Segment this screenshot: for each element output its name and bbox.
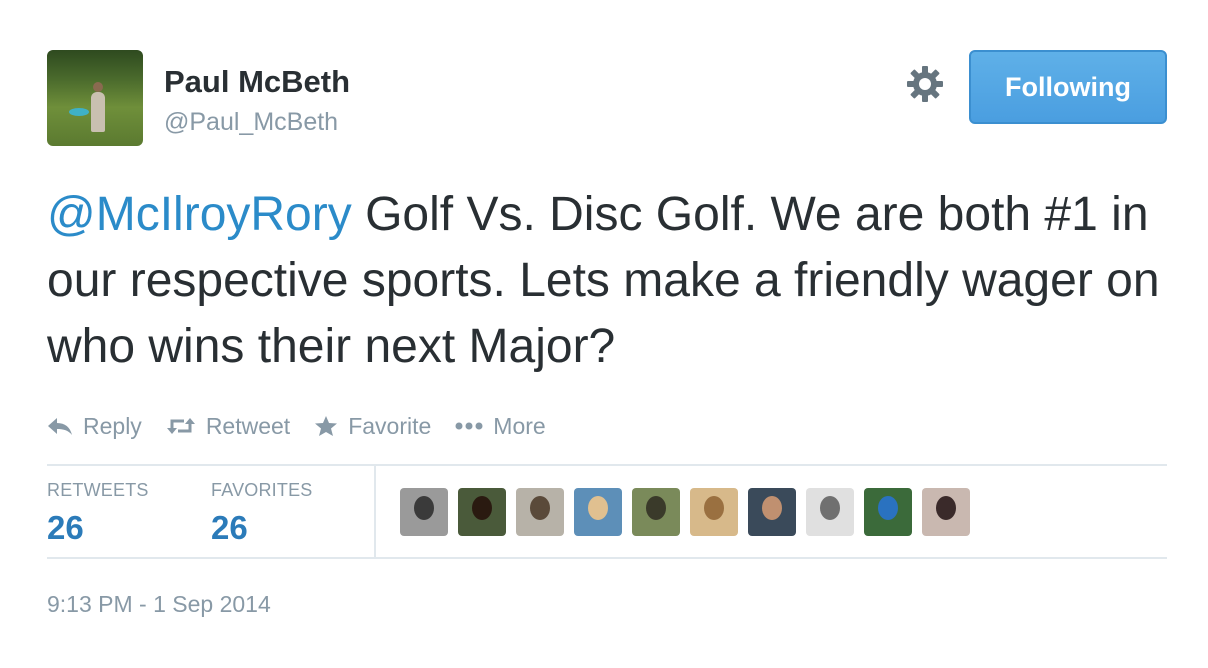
author-name[interactable]: Paul McBeth <box>164 66 350 97</box>
avatar-figure <box>530 496 550 520</box>
following-button[interactable]: Following <box>969 50 1167 124</box>
avatar-disc <box>69 108 89 116</box>
favorites-count: 26 <box>211 509 248 546</box>
avatar-figure <box>820 496 840 520</box>
retweets-stat[interactable]: RETWEETS 26 <box>47 480 149 547</box>
favorites-label: FAVORITES <box>211 480 313 500</box>
favorite-label: Favorite <box>348 412 432 439</box>
reply-icon <box>48 418 72 435</box>
retweet-button[interactable]: Retweet <box>166 413 290 440</box>
avatar-person <box>91 92 105 132</box>
author-handle[interactable]: @Paul_McBeth <box>164 110 338 135</box>
avatar-head <box>93 82 103 92</box>
favoriter-avatar[interactable] <box>516 488 564 536</box>
stats-vertical-divider <box>374 466 376 558</box>
avatar-figure <box>414 496 434 520</box>
mention-link[interactable]: @McIlroyRory <box>47 188 352 241</box>
reply-button[interactable]: Reply <box>47 413 142 440</box>
reply-label: Reply <box>83 412 142 439</box>
favoriter-avatars <box>400 488 980 536</box>
author-avatar[interactable] <box>47 50 143 146</box>
retweets-count: 26 <box>47 509 84 546</box>
avatar-figure <box>588 496 608 520</box>
favorite-button[interactable]: Favorite <box>314 413 431 440</box>
avatar-figure <box>704 496 724 520</box>
more-label: More <box>493 412 546 439</box>
tweet-text: @McIlroyRory Golf Vs. Disc Golf. We are … <box>47 182 1177 380</box>
avatar-figure <box>878 496 898 520</box>
stats-top-divider <box>47 464 1167 466</box>
retweets-label: RETWEETS <box>47 480 149 500</box>
stats-bottom-divider <box>47 557 1167 559</box>
gear-icon[interactable] <box>905 64 945 104</box>
tweet-timestamp[interactable]: 9:13 PM - 1 Sep 2014 <box>47 591 271 618</box>
favoriter-avatar[interactable] <box>458 488 506 536</box>
tweet-actions: Reply Retweet Favorite More <box>47 410 570 442</box>
star-icon <box>315 416 338 436</box>
avatar-figure <box>936 496 956 520</box>
avatar-figure <box>646 496 666 520</box>
favoriter-avatar[interactable] <box>632 488 680 536</box>
favoriter-avatar[interactable] <box>690 488 738 536</box>
more-dots-icon <box>455 422 483 430</box>
avatar-figure <box>762 496 782 520</box>
favoriter-avatar[interactable] <box>574 488 622 536</box>
favoriter-avatar[interactable] <box>864 488 912 536</box>
favorites-stat[interactable]: FAVORITES 26 <box>211 480 313 547</box>
more-button[interactable]: More <box>455 412 546 440</box>
favoriter-avatar[interactable] <box>806 488 854 536</box>
favoriter-avatar[interactable] <box>748 488 796 536</box>
avatar-figure <box>472 496 492 520</box>
favoriter-avatar[interactable] <box>400 488 448 536</box>
retweet-label: Retweet <box>205 412 291 439</box>
favoriter-avatar[interactable] <box>922 488 970 536</box>
retweet-icon <box>166 418 195 434</box>
